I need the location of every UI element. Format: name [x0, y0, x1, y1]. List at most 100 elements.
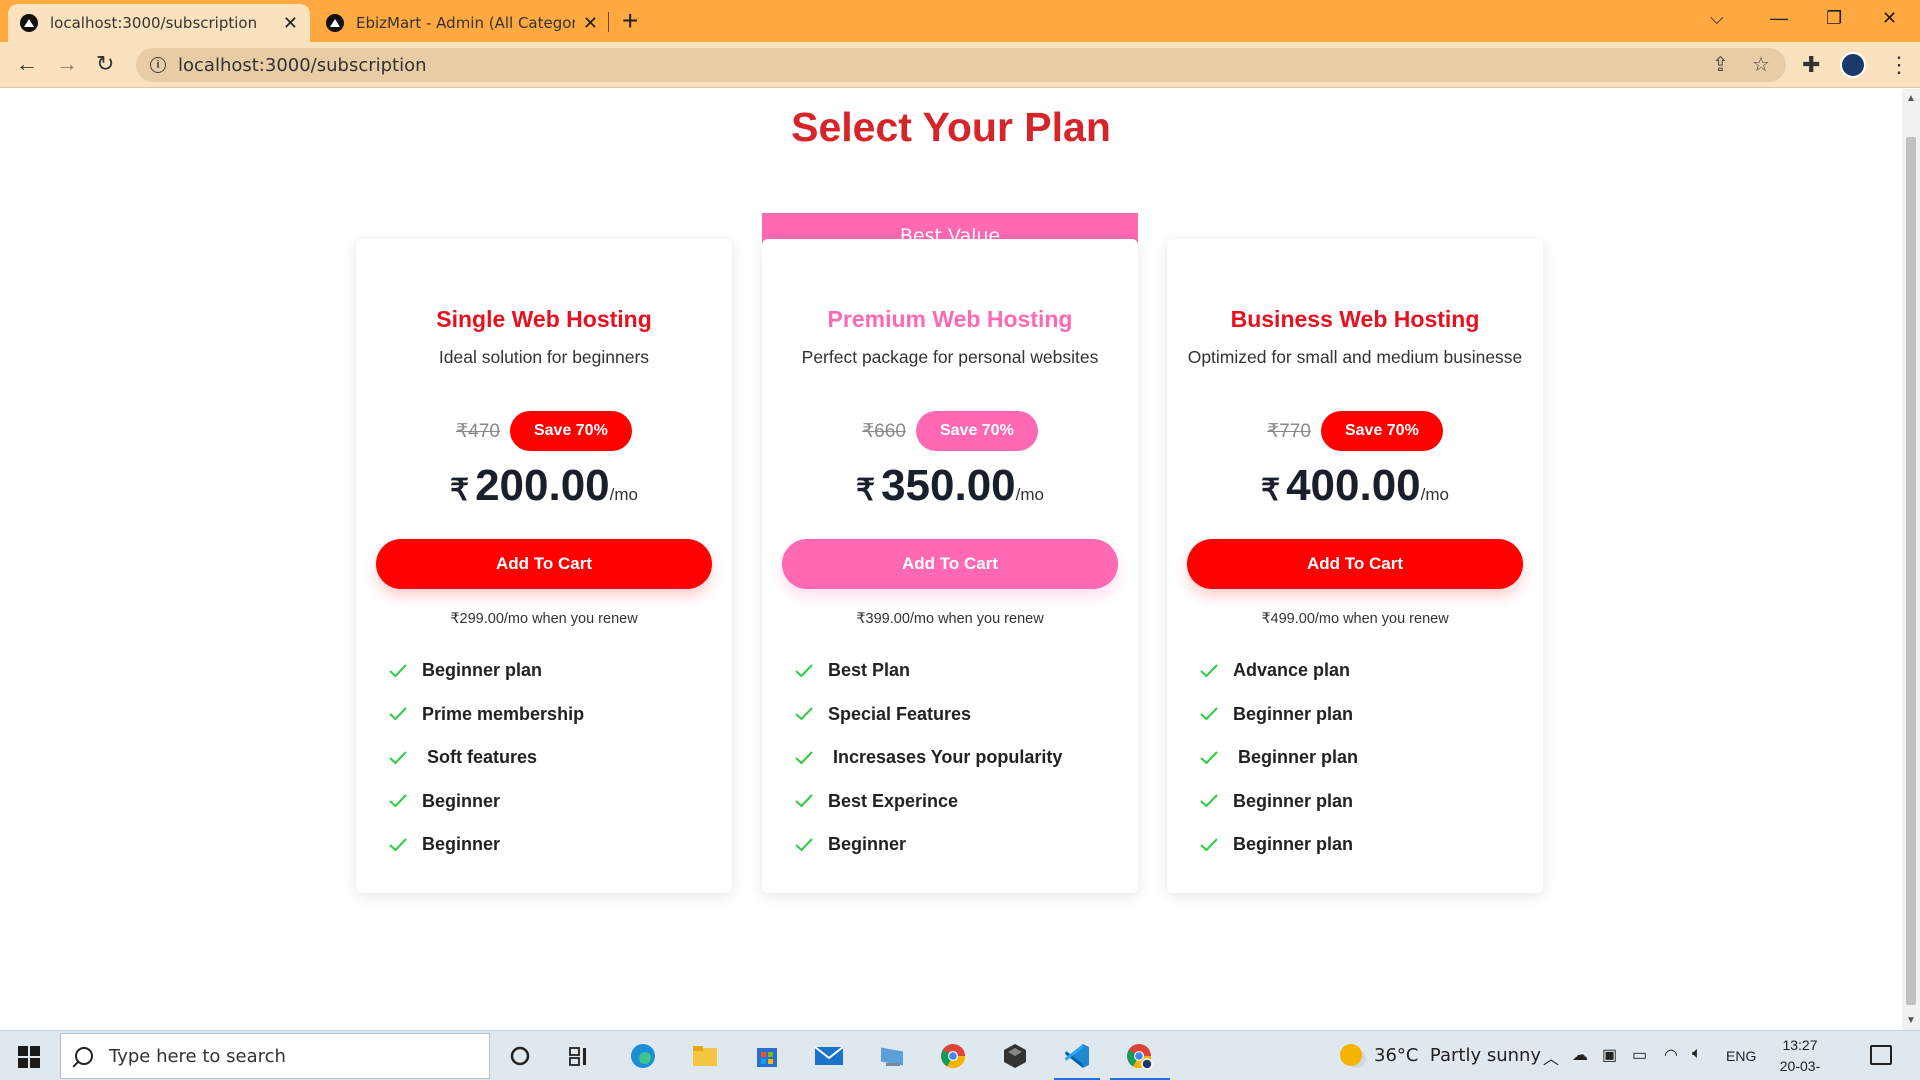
- address-bar[interactable]: i localhost:3000/subscription: [136, 48, 1786, 82]
- folder-icon[interactable]: [690, 1041, 720, 1071]
- windows-taskbar: Type here to search 36°C Partly sunny ︿ …: [0, 1030, 1920, 1080]
- device-icon[interactable]: ▣: [1602, 1045, 1617, 1065]
- windows-icon[interactable]: [18, 1046, 40, 1068]
- reload-icon[interactable]: ↻: [96, 52, 114, 76]
- price-period: /mo: [1015, 485, 1044, 504]
- plan-name: Premium Web Hosting: [827, 306, 1073, 332]
- renew-price: ₹499.00/mo when you renew: [1261, 611, 1449, 627]
- scroll-down-icon[interactable]: ▼: [1906, 1015, 1916, 1026]
- currency-symbol: ₹: [855, 474, 876, 507]
- plan-description: Perfect package for personal websites: [801, 347, 1099, 367]
- profile-avatar[interactable]: [1840, 52, 1866, 78]
- feature-item: Beginner plan: [1199, 780, 1358, 824]
- onedrive-icon[interactable]: ☁: [1572, 1045, 1588, 1065]
- save-badge: Save 70%: [915, 411, 1038, 451]
- main-price: ₹ 400.00 /mo: [1167, 461, 1543, 511]
- taskbar-clock[interactable]: 13:27 20-03-2022: [1768, 1035, 1832, 1080]
- search-placeholder: Type here to search: [109, 1045, 286, 1067]
- notification-icon[interactable]: [1870, 1045, 1892, 1065]
- puzzle-icon[interactable]: ✚: [1802, 52, 1820, 78]
- scrollbar[interactable]: ▲ ▼: [1902, 89, 1920, 1030]
- plan-card-premium: Premium Web Hosting Perfect package for …: [762, 239, 1138, 893]
- back-icon[interactable]: ←: [16, 52, 38, 76]
- price-row: ₹770 Save 70%: [1167, 411, 1543, 451]
- price-amount: 350.00: [881, 461, 1016, 510]
- scroll-thumb[interactable]: [1906, 137, 1916, 1005]
- check-icon: [794, 663, 820, 679]
- feature-item: Prime membership: [388, 693, 584, 737]
- check-icon: [794, 793, 820, 809]
- task-view-icon[interactable]: [565, 1041, 595, 1071]
- taskbar-search-input[interactable]: Type here to search: [60, 1033, 490, 1079]
- check-icon: [1199, 706, 1225, 722]
- feature-item: Beginner: [388, 823, 584, 867]
- clock-time: 13:27: [1782, 1037, 1818, 1053]
- price-amount: 200.00: [475, 461, 610, 510]
- site-favicon-icon: [20, 14, 38, 32]
- tab-close-icon[interactable]: ✕: [283, 13, 298, 34]
- battery-icon[interactable]: ▭: [1632, 1045, 1647, 1065]
- tab-search-chevron-icon[interactable]: ⌵: [1710, 8, 1724, 29]
- star-icon[interactable]: ☆: [1752, 52, 1770, 77]
- add-to-cart-button[interactable]: Add To Cart: [376, 539, 712, 589]
- volume-icon[interactable]: 🔈︎: [1692, 1045, 1702, 1063]
- vscode-icon[interactable]: [1062, 1041, 1092, 1071]
- feature-item: Special Features: [794, 693, 1062, 737]
- weather-text: 36°C Partly sunny: [1374, 1044, 1542, 1066]
- plan-description: Ideal solution for beginners: [438, 347, 650, 367]
- plan-card-single: Single Web Hosting Ideal solution for be…: [356, 239, 732, 893]
- check-icon: [388, 750, 414, 766]
- check-icon: [388, 663, 414, 679]
- plan-description: Optimized for small and medium businesse: [1187, 347, 1523, 367]
- currency-symbol: ₹: [449, 474, 470, 507]
- chrome-icon[interactable]: [938, 1041, 968, 1071]
- old-price: ₹660: [862, 420, 906, 442]
- tab-subscription[interactable]: localhost:3000/subscription ✕: [8, 4, 310, 42]
- chrome-profile-icon[interactable]: [1124, 1041, 1154, 1071]
- forward-icon[interactable]: →: [56, 52, 78, 76]
- display-settings-icon[interactable]: [878, 1041, 908, 1071]
- browser-toolbar: ← → ↻ i localhost:3000/subscription ⇪ ☆: [0, 42, 1920, 88]
- price-amount: 400.00: [1286, 461, 1421, 510]
- plan-card-business: Business Web Hosting Optimized for small…: [1167, 239, 1543, 893]
- price-period: /mo: [1420, 485, 1449, 504]
- tab-close-icon[interactable]: ✕: [583, 13, 598, 34]
- info-icon[interactable]: i: [150, 57, 166, 73]
- plan-name: Single Web Hosting: [436, 306, 652, 332]
- check-icon: [1199, 837, 1225, 853]
- check-icon: [1199, 750, 1225, 766]
- tab-ebizmart-admin[interactable]: EbizMart - Admin (All Categories ✕: [314, 4, 610, 42]
- language-indicator[interactable]: ENG: [1726, 1048, 1756, 1064]
- scroll-up-icon[interactable]: ▲: [1906, 93, 1916, 104]
- feature-item: Incresases Your popularity: [794, 736, 1062, 780]
- menu-icon[interactable]: ⋮: [1888, 52, 1910, 78]
- tab-title: EbizMart - Admin (All Categories: [356, 14, 575, 32]
- feature-item: Soft features: [388, 736, 584, 780]
- price-row: ₹660 Save 70%: [762, 411, 1138, 451]
- old-price: ₹770: [1267, 420, 1311, 442]
- renew-price: ₹399.00/mo when you renew: [856, 611, 1044, 627]
- new-tab-plus-icon[interactable]: +: [622, 6, 638, 36]
- wifi-icon[interactable]: ◠: [1664, 1045, 1678, 1065]
- url-text: localhost:3000/subscription: [178, 54, 427, 76]
- mail-icon[interactable]: [814, 1041, 844, 1071]
- minimize-icon[interactable]: —: [1770, 8, 1788, 29]
- page-title: Select Your Plan: [791, 104, 1111, 150]
- close-window-icon[interactable]: ✕: [1882, 8, 1897, 29]
- cortana-icon[interactable]: [505, 1041, 535, 1071]
- store-icon[interactable]: [752, 1041, 782, 1071]
- currency-symbol: ₹: [1260, 474, 1281, 507]
- browser-tab-bar: localhost:3000/subscription ✕ EbizMart -…: [0, 0, 1920, 42]
- site-favicon-icon: [326, 14, 344, 32]
- share-icon[interactable]: ⇪: [1712, 52, 1729, 77]
- weather-widget[interactable]: 36°C Partly sunny: [1340, 1044, 1541, 1066]
- unity-icon[interactable]: [1000, 1041, 1030, 1071]
- add-to-cart-button[interactable]: Add To Cart: [1187, 539, 1523, 589]
- check-icon: [794, 837, 820, 853]
- clock-date: 20-03-2022: [1779, 1058, 1821, 1080]
- tray-chevron-up-icon[interactable]: ︿: [1543, 1045, 1559, 1069]
- edge-icon[interactable]: [628, 1041, 658, 1071]
- feature-list: Beginner plan Prime membership Soft feat…: [388, 649, 584, 867]
- add-to-cart-button[interactable]: Add To Cart: [782, 539, 1118, 589]
- restore-icon[interactable]: ❐: [1826, 8, 1842, 29]
